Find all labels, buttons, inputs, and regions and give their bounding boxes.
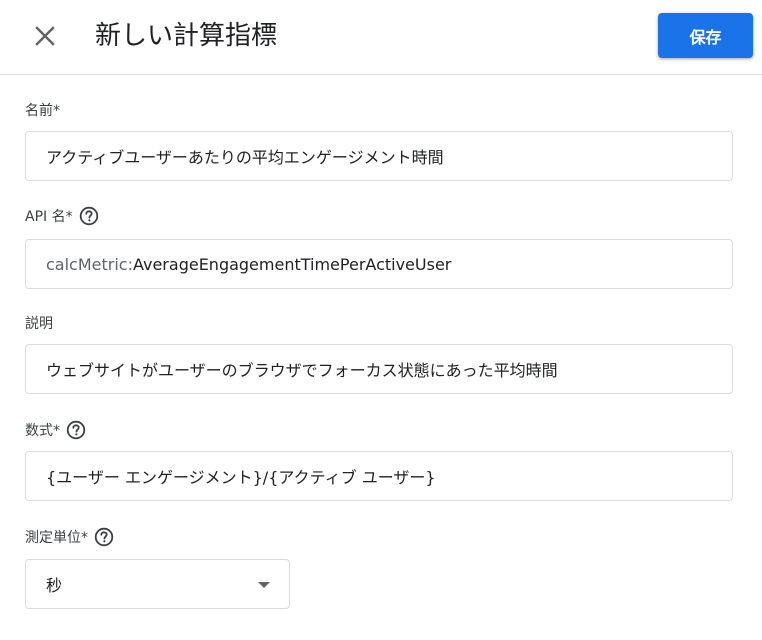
unit-label: 測定単位*	[25, 527, 114, 547]
help-icon[interactable]	[79, 206, 99, 226]
unit-selected-value: 秒	[46, 576, 63, 595]
api-name-label-text: API 名*	[25, 209, 73, 225]
name-input[interactable]: アクティブユーザーあたりの平均エンゲージメント時間	[25, 131, 733, 181]
formula-input-value: {ユーザー エンゲージメント}/{アクティブ ユーザー}	[46, 468, 436, 487]
save-button[interactable]: 保存	[658, 13, 753, 58]
formula-label-text: 数式*	[25, 423, 60, 439]
close-button[interactable]	[25, 16, 65, 56]
description-input-value: ウェブサイトがユーザーのブラウザでフォーカス状態にあった平均時間	[46, 361, 558, 380]
dropdown-arrow-icon	[258, 582, 270, 588]
description-label-text: 説明	[25, 316, 53, 332]
description-label: 説明	[25, 313, 53, 333]
api-name-prefix: calcMetric:	[46, 254, 133, 274]
unit-label-text: 測定単位*	[25, 530, 88, 546]
description-input[interactable]: ウェブサイトがユーザーのブラウザでフォーカス状態にあった平均時間	[25, 344, 733, 394]
api-name-label: API 名*	[25, 206, 99, 226]
dialog-header: 新しい計算指標 保存	[0, 0, 762, 75]
help-icon[interactable]	[66, 420, 86, 440]
name-label: 名前*	[25, 100, 60, 120]
formula-label: 数式*	[25, 420, 86, 440]
page-title: 新しい計算指標	[95, 21, 278, 51]
name-input-value: アクティブユーザーあたりの平均エンゲージメント時間	[46, 148, 444, 167]
help-icon[interactable]	[94, 527, 114, 547]
name-label-text: 名前*	[25, 103, 60, 119]
api-name-value: AverageEngagementTimePerActiveUser	[132, 254, 452, 274]
close-icon	[35, 26, 55, 46]
api-name-input[interactable]: calcMetric: AverageEngagementTimePerActiv…	[25, 239, 733, 289]
unit-select[interactable]: 秒	[25, 559, 290, 609]
formula-input[interactable]: {ユーザー エンゲージメント}/{アクティブ ユーザー}	[25, 451, 733, 501]
